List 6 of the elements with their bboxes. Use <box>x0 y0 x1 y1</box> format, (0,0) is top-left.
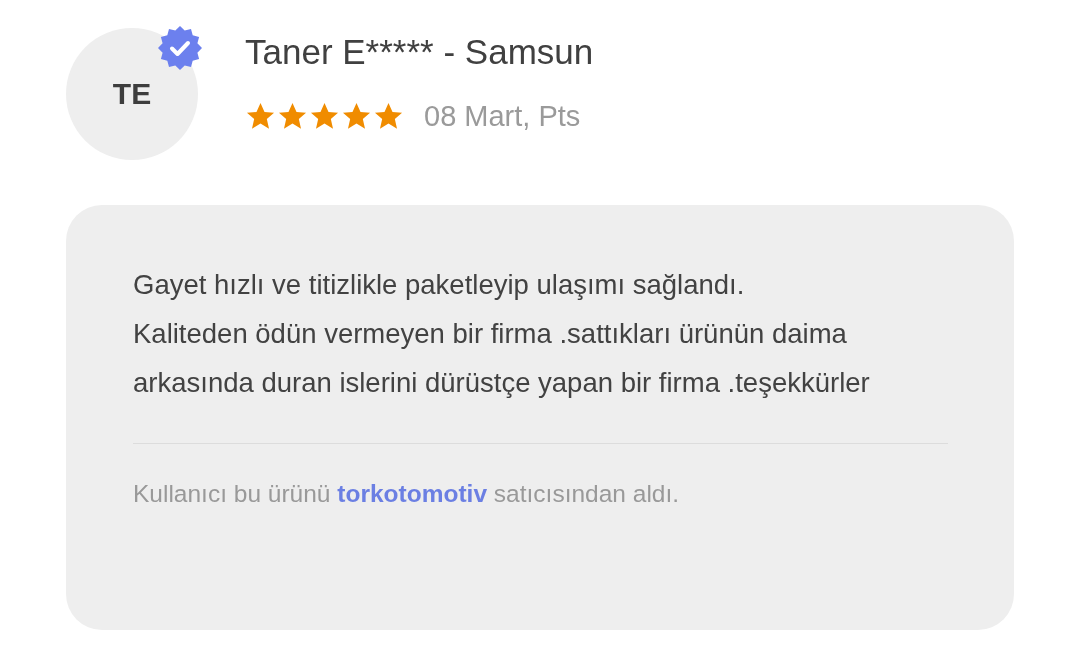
reviewer-name: Taner E***** - Samsun <box>245 31 594 73</box>
avatar-initials: TE <box>112 77 152 111</box>
seller-note: Kullanıcı bu ürünü torkotomotiv satıcısından aldı. <box>133 480 681 508</box>
review-date: 08 Mart, Pts <box>424 100 581 133</box>
review-text: Gayet hızlı ve titizlikle paketleyip ulaşımı sağlandı. Kaliteden ödün vermeyen bir firma .sattıkları ürünün daima arkasında duran islerini dürüstçe yapan bir firma .teşekkürler <box>133 268 871 400</box>
seller-link[interactable]: torkotomotiv <box>337 480 488 507</box>
